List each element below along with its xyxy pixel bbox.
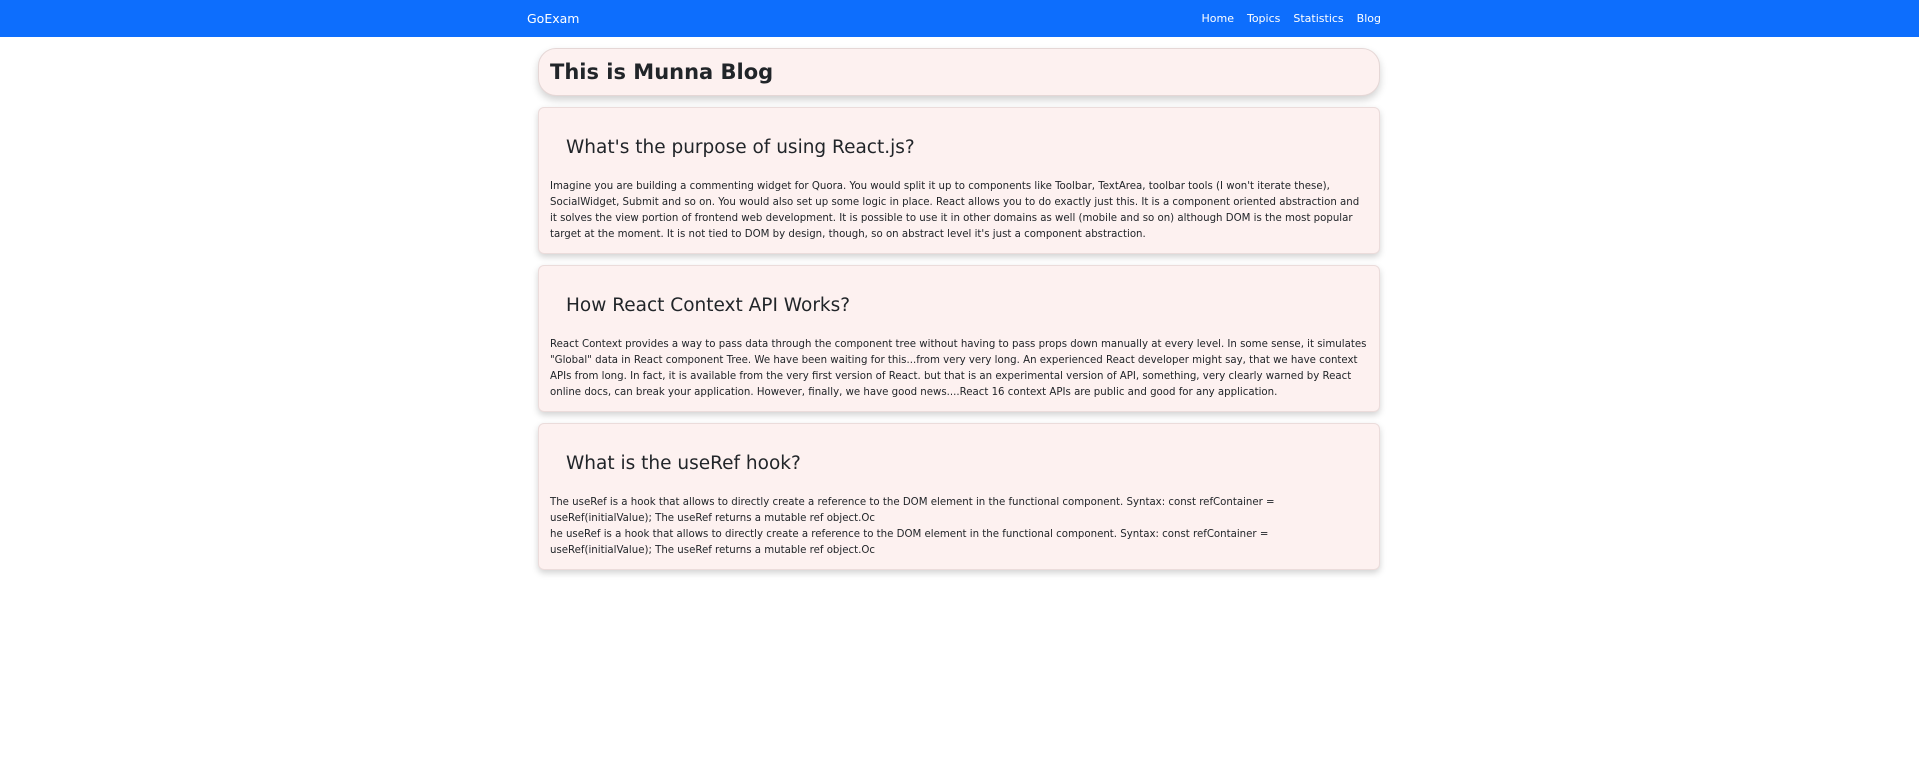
post-answer: Imagine you are building a commenting wi… bbox=[550, 181, 1360, 240]
post-answer: React Context provides a way to pass dat… bbox=[550, 339, 1367, 398]
post-answer-block: The useRef is a hook that allows to dire… bbox=[550, 475, 1368, 569]
nav-link-blog[interactable]: Blog bbox=[1357, 12, 1381, 25]
nav-links: Home Topics Statistics Blog bbox=[1201, 12, 1381, 25]
navbar-container: GoExam Home Topics Statistics Blog bbox=[527, 0, 1381, 37]
post-question: How React Context API Works? bbox=[566, 295, 851, 316]
post-answer: The useRef is a hook that allows to dire… bbox=[550, 497, 1275, 524]
page-title: This is Munna Blog bbox=[550, 60, 774, 84]
blog-header-card: This is Munna Blog bbox=[538, 48, 1380, 96]
post-question: What's the purpose of using React.js? bbox=[566, 137, 915, 158]
blog-content: This is Munna Blog What's the purpose of… bbox=[538, 48, 1380, 570]
nav-link-topics[interactable]: Topics bbox=[1247, 12, 1280, 25]
top-navbar: GoExam Home Topics Statistics Blog bbox=[0, 0, 1919, 37]
post-question: What is the useRef hook? bbox=[566, 453, 801, 474]
nav-link-home[interactable]: Home bbox=[1201, 12, 1233, 25]
blog-post-card: What is the useRef hook? The useRef is a… bbox=[538, 423, 1380, 570]
post-answer-continued: he useRef is a hook that allows to direc… bbox=[550, 529, 1269, 556]
blog-post-card: How React Context API Works? React Conte… bbox=[538, 265, 1380, 412]
nav-link-statistics[interactable]: Statistics bbox=[1293, 12, 1343, 25]
brand-link[interactable]: GoExam bbox=[527, 11, 579, 26]
blog-post-card: What's the purpose of using React.js? Im… bbox=[538, 107, 1380, 254]
